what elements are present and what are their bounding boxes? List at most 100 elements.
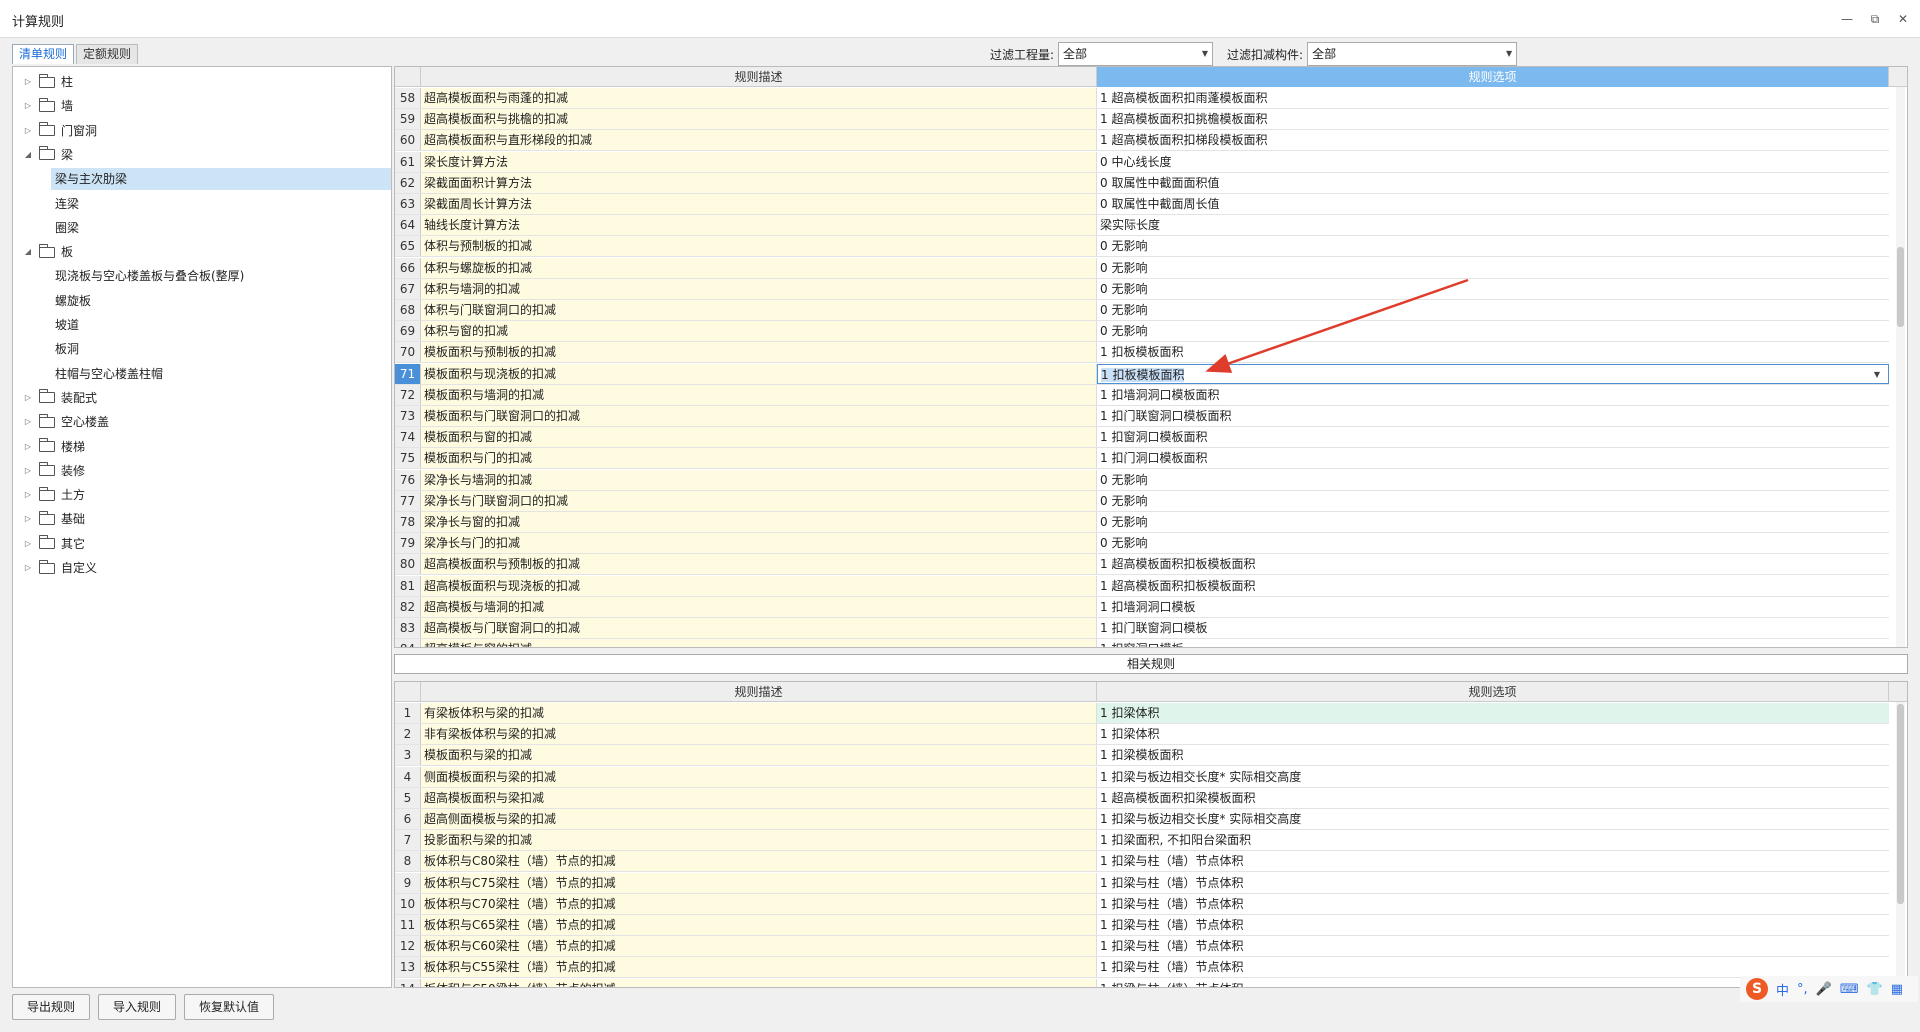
rule-option-cell[interactable]: 0 中心线长度 xyxy=(1097,151,1889,172)
table-row[interactable]: 6 超高侧面模板与梁的扣减 1 扣梁与板边相交长度* 实际相交高度 xyxy=(395,809,1889,830)
table-row[interactable]: 61 梁长度计算方法 0 中心线长度 xyxy=(395,151,1889,173)
rule-option-cell[interactable]: 1 扣窗洞口模板 xyxy=(1097,639,1889,647)
filter-component-select[interactable]: 全部 ▼ xyxy=(1307,42,1518,66)
rule-option-cell[interactable]: 1 扣梁体积 xyxy=(1097,703,1889,723)
table-row[interactable]: 78 梁净长与窗的扣减 0 无影响 xyxy=(395,512,1889,533)
tree-item[interactable]: ▷ 柱 xyxy=(21,71,391,93)
table-row[interactable]: 64 轴线长度计算方法 梁实际长度 xyxy=(395,215,1889,237)
table-row[interactable]: 10 板体积与C70梁柱（墙）节点的扣减 1 扣梁与柱（墙）节点体积 xyxy=(395,893,1889,915)
expand-right-icon[interactable]: ▷ xyxy=(21,508,35,530)
rule-option-cell[interactable]: 0 无影响 xyxy=(1097,533,1889,554)
column-header-option[interactable]: 规则选项 xyxy=(1097,682,1889,702)
rule-option-cell[interactable]: 0 无影响 xyxy=(1097,321,1889,342)
tree-item[interactable]: ▷ 墙 xyxy=(21,95,391,117)
rule-option-cell[interactable]: 1 扣门洞口模板面积 xyxy=(1097,448,1889,469)
rule-option-cell[interactable]: 1 扣梁面积, 不扣阳台梁面积 xyxy=(1097,830,1889,851)
rule-option-cell[interactable]: 1 扣梁与柱（墙）节点体积 xyxy=(1097,872,1889,893)
rule-option-cell[interactable]: 1 扣窗洞口模板面积 xyxy=(1097,427,1889,448)
table-row[interactable]: 14板体积与C50梁柱（墙）节点的扣减1 扣梁与柱（墙）节点体积 xyxy=(395,978,1889,987)
export-rules-button[interactable]: 导出规则 xyxy=(12,994,91,1020)
column-header-description[interactable]: 规则描述 xyxy=(421,67,1097,87)
table-row[interactable]: 5 超高模板面积与梁扣减 1 超高模板面积扣梁模板面积 xyxy=(395,787,1889,809)
restore-default-button[interactable]: 恢复默认值 xyxy=(184,994,275,1020)
rule-option-cell[interactable]: 0 无影响 xyxy=(1097,236,1889,257)
scrollbar-thumb[interactable] xyxy=(1897,247,1904,327)
tree-item[interactable]: 连梁 xyxy=(51,193,391,215)
rule-option-cell[interactable]: 1 超高模板面积扣板模板面积 xyxy=(1097,575,1889,596)
table-row[interactable]: 59 超高模板面积与挑檐的扣减 1 超高模板面积扣挑檐模板面积 xyxy=(395,109,1889,131)
table-row[interactable]: 75 模板面积与门的扣减 1 扣门洞口模板面积 xyxy=(395,448,1889,470)
tree-item[interactable]: ◢ 梁 xyxy=(21,144,391,166)
related-grid-scrollbar[interactable] xyxy=(1896,702,1905,987)
table-row[interactable]: 65 体积与预制板的扣减 0 无影响 xyxy=(395,236,1889,258)
tab-quota-rules[interactable]: 定额规则 xyxy=(76,44,139,64)
table-row[interactable]: 81 超高模板面积与现浇板的扣减 1 超高模板面积扣板模板面积 xyxy=(395,575,1889,597)
table-row[interactable]: 9 板体积与C75梁柱（墙）节点的扣减 1 扣梁与柱（墙）节点体积 xyxy=(395,872,1889,894)
expand-down-icon[interactable]: ◢ xyxy=(21,241,35,263)
rule-option-cell[interactable]: 1 扣梁与柱（墙）节点体积 xyxy=(1097,851,1889,872)
minimize-icon[interactable]: — xyxy=(1840,12,1854,26)
table-row[interactable]: 84超高模板与窗的扣减1 扣窗洞口模板 xyxy=(395,639,1889,647)
table-row[interactable]: 60 超高模板面积与直形梯段的扣减 1 超高模板面积扣梯段模板面积 xyxy=(395,130,1889,152)
expand-right-icon[interactable]: ▷ xyxy=(21,95,35,117)
table-row[interactable]: 13 板体积与C55梁柱（墙）节点的扣减 1 扣梁与柱（墙）节点体积 xyxy=(395,957,1889,979)
tree-item[interactable]: 板洞 xyxy=(51,338,391,360)
rule-option-cell[interactable]: 1 超高模板面积扣梯段模板面积 xyxy=(1097,130,1889,151)
tree-item[interactable]: 螺旋板 xyxy=(51,290,391,312)
rule-option-cell[interactable]: 1 扣梁与柱（墙）节点体积 xyxy=(1097,915,1889,935)
table-row[interactable]: 73 模板面积与门联窗洞口的扣减 1 扣门联窗洞口模板面积 xyxy=(395,406,1889,427)
tree-item[interactable]: 现浇板与空心楼盖板与叠合板(整厚) xyxy=(51,265,391,287)
table-row[interactable]: 66 体积与螺旋板的扣减 0 无影响 xyxy=(395,257,1889,279)
ime-chinese-mode[interactable]: 中 xyxy=(1776,980,1789,999)
rule-option-cell[interactable]: 1 超高模板面积扣板模板面积 xyxy=(1097,554,1889,575)
table-row[interactable]: 72 模板面积与墙洞的扣减 1 扣墙洞洞口模板面积 xyxy=(395,384,1889,406)
table-row[interactable]: 79 梁净长与门的扣减 0 无影响 xyxy=(395,533,1889,555)
filter-quantity-select[interactable]: 全部 ▼ xyxy=(1058,42,1214,66)
table-row[interactable]: 1 有梁板体积与梁的扣减 1 扣梁体积 xyxy=(395,703,1889,724)
tree-item[interactable]: ▷ 门窗洞 xyxy=(21,120,391,142)
tab-list-rules[interactable]: 清单规则 xyxy=(12,44,75,64)
table-row[interactable]: 8 板体积与C80梁柱（墙）节点的扣减 1 扣梁与柱（墙）节点体积 xyxy=(395,851,1889,873)
tree-item[interactable]: ▷ 空心楼盖 xyxy=(21,411,391,433)
rule-option-cell[interactable]: 0 无影响 xyxy=(1097,278,1889,299)
rule-option-cell[interactable]: 0 无影响 xyxy=(1097,469,1889,490)
table-row[interactable]: 67 体积与墙洞的扣减 0 无影响 xyxy=(395,278,1889,300)
skin-icon[interactable]: 👕 xyxy=(1867,982,1883,997)
rule-option-cell[interactable]: 0 无影响 xyxy=(1097,257,1889,278)
table-row[interactable]: 12 板体积与C60梁柱（墙）节点的扣减 1 扣梁与柱（墙）节点体积 xyxy=(395,936,1889,958)
expand-right-icon[interactable]: ▷ xyxy=(21,533,35,555)
rule-option-cell[interactable]: 0 无影响 xyxy=(1097,300,1889,320)
expand-right-icon[interactable]: ▷ xyxy=(21,120,35,142)
column-header-option[interactable]: 规则选项 xyxy=(1097,67,1889,87)
import-rules-button[interactable]: 导入规则 xyxy=(98,994,177,1020)
table-row[interactable]: 7 投影面积与梁的扣减 1 扣梁面积, 不扣阳台梁面积 xyxy=(395,830,1889,852)
tree-item[interactable]: ◢ 板 xyxy=(21,241,391,263)
keyboard-icon[interactable]: ⌨ xyxy=(1840,982,1859,997)
rule-option-dropdown[interactable]: 1 扣板模板面积 ▼ xyxy=(1097,363,1889,384)
ime-punctuation-icon[interactable]: °, xyxy=(1797,982,1808,997)
tree-item[interactable]: ▷ 其它 xyxy=(21,533,391,555)
related-rules-button[interactable]: 相关规则 xyxy=(394,654,1908,674)
rule-option-cell[interactable]: 1 扣梁与柱（墙）节点体积 xyxy=(1097,957,1889,978)
tree-item[interactable]: ▷ 装配式 xyxy=(21,387,391,409)
expand-right-icon[interactable]: ▷ xyxy=(21,460,35,482)
table-row[interactable]: 82 超高模板与墙洞的扣减 1 扣墙洞洞口模板 xyxy=(395,596,1889,618)
expand-right-icon[interactable]: ▷ xyxy=(21,387,35,409)
table-row[interactable]: 2 非有梁板体积与梁的扣减 1 扣梁体积 xyxy=(395,724,1889,746)
expand-right-icon[interactable]: ▷ xyxy=(21,71,35,93)
rule-option-cell[interactable]: 1 扣门联窗洞口模板面积 xyxy=(1097,406,1889,426)
chevron-down-icon[interactable]: ▼ xyxy=(1874,365,1880,383)
toolbox-icon[interactable]: ▦ xyxy=(1891,982,1903,997)
table-row[interactable]: 70 模板面积与预制板的扣减 1 扣板模板面积 xyxy=(395,342,1889,364)
table-row[interactable]: 63 梁截面周长计算方法 0 取属性中截面周长值 xyxy=(395,194,1889,215)
rule-option-cell[interactable]: 1 扣板模板面积 xyxy=(1097,342,1889,363)
rule-option-cell[interactable]: 1 扣墙洞洞口模板面积 xyxy=(1097,384,1889,405)
table-row[interactable]: 77 梁净长与门联窗洞口的扣减 0 无影响 xyxy=(395,490,1889,512)
table-row[interactable]: 71 模板面积与现浇板的扣减 1 扣板模板面积 ▼ xyxy=(395,363,1889,385)
table-row[interactable]: 80 超高模板面积与预制板的扣减 1 超高模板面积扣板模板面积 xyxy=(395,554,1889,576)
table-row[interactable]: 69 体积与窗的扣减 0 无影响 xyxy=(395,321,1889,343)
table-row[interactable]: 3 模板面积与梁的扣减 1 扣梁模板面积 xyxy=(395,745,1889,767)
sogou-logo-icon[interactable]: S xyxy=(1746,978,1768,1000)
expand-right-icon[interactable]: ▷ xyxy=(21,557,35,579)
tree-item[interactable]: 柱帽与空心楼盖柱帽 xyxy=(51,363,391,385)
